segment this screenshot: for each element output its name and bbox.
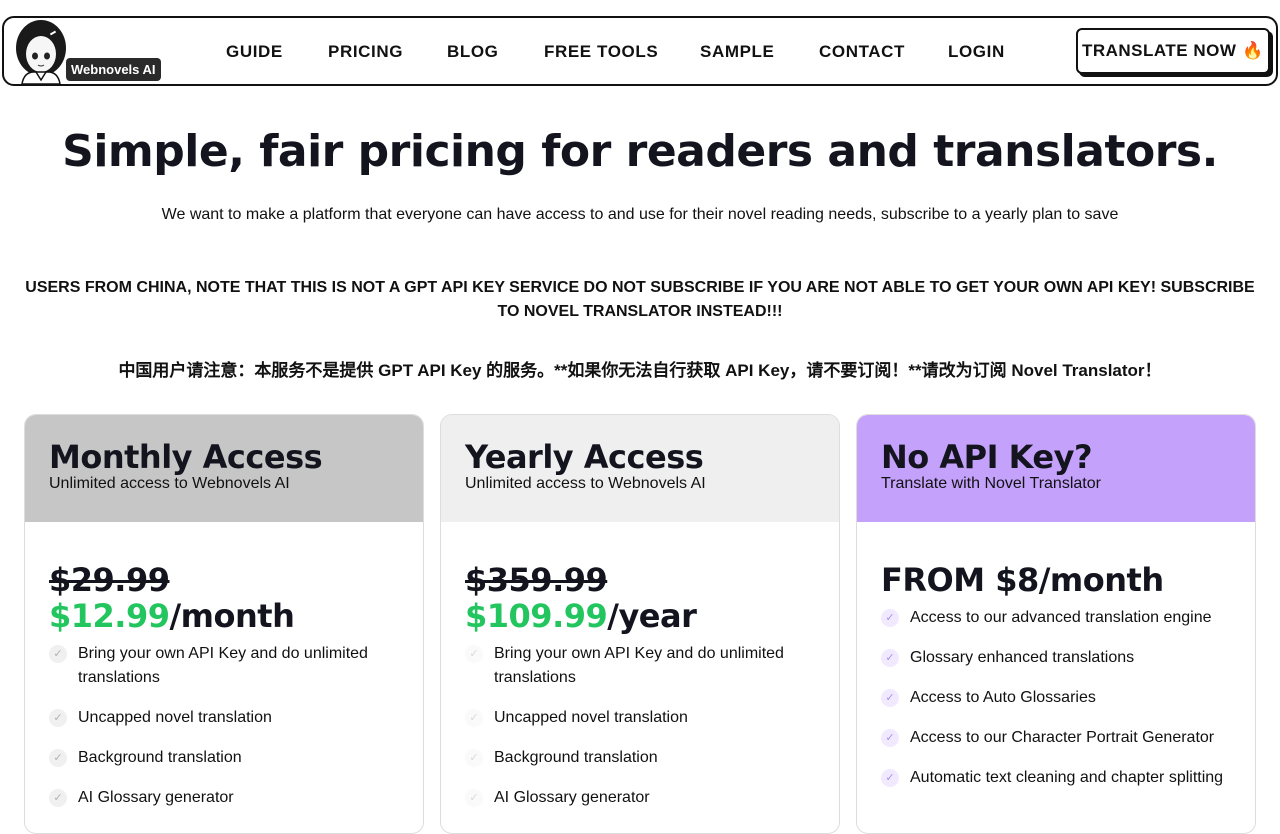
nav-free-tools[interactable]: FREE TOOLS xyxy=(544,42,658,62)
plan-price: $359.99 $109.99/year xyxy=(465,562,815,634)
feature-item: ✓ Bring your own API Key and do unlimited… xyxy=(49,642,399,690)
check-icon: ✓ xyxy=(465,789,483,807)
check-icon: ✓ xyxy=(49,789,67,807)
old-price: $359.99 xyxy=(465,561,608,599)
feature-text: Access to our advanced translation engin… xyxy=(910,609,1212,626)
feature-item: ✓ Access to our advanced translation engi… xyxy=(881,606,1231,630)
china-warning-english: USERS FROM CHINA, NOTE THAT THIS IS NOT … xyxy=(25,279,1255,320)
pricing-card-yearly: Yearly Access Unlimited access to Webnov… xyxy=(440,414,840,834)
feature-text: Uncapped novel translation xyxy=(494,709,688,726)
feature-item: ✓ Automatic text cleaning and chapter spl… xyxy=(881,766,1231,790)
check-icon: ✓ xyxy=(881,649,899,667)
check-icon: ✓ xyxy=(465,709,483,727)
feature-item: ✓ Glossary enhanced translations xyxy=(881,646,1231,670)
plan-price: $29.99 $12.99/month xyxy=(49,562,399,634)
check-icon: ✓ xyxy=(881,689,899,707)
new-price: $109.99 xyxy=(465,597,608,635)
feature-text: Automatic text cleaning and chapter spli… xyxy=(910,769,1224,786)
feature-text: Access to Auto Glossaries xyxy=(910,689,1096,706)
site-header: Webnovels AI GUIDE PRICING BLOG FREE TOO… xyxy=(2,16,1278,86)
feature-item: ✓ Access to our Character Portrait Genera… xyxy=(881,726,1231,750)
feature-text: Glossary enhanced translations xyxy=(910,649,1135,666)
nav-blog[interactable]: BLOG xyxy=(447,42,499,62)
plan-title: Yearly Access xyxy=(465,438,704,476)
nav-pricing[interactable]: PRICING xyxy=(328,42,403,62)
nav-sample[interactable]: SAMPLE xyxy=(700,42,774,62)
plan-title: No API Key? xyxy=(881,438,1093,476)
feature-item: ✓ Uncapped novel translation xyxy=(465,706,815,730)
translate-now-label: TRANSLATE NOW xyxy=(1081,41,1237,60)
check-icon: ✓ xyxy=(49,709,67,727)
feature-text: AI Glossary generator xyxy=(494,789,650,806)
plan-subtitle: Unlimited access to Webnovels AI xyxy=(49,475,290,492)
card-header: Monthly Access Unlimited access to Webno… xyxy=(25,415,423,522)
card-body: $29.99 $12.99/month ✓ Bring your own API … xyxy=(25,522,423,810)
check-icon: ✓ xyxy=(881,609,899,627)
feature-item: ✓ AI Glossary generator xyxy=(49,786,399,810)
feature-list: ✓ Bring your own API Key and do unlimited… xyxy=(49,642,399,810)
feature-text: Uncapped novel translation xyxy=(78,709,272,726)
check-icon: ✓ xyxy=(49,749,67,767)
price-period: /year xyxy=(607,597,697,635)
feature-item: ✓ Background translation xyxy=(49,746,399,770)
china-warning-chinese: 中国用户请注意：本服务不是提供 GPT API Key 的服务。**如果你无法自… xyxy=(118,361,1162,380)
plan-title: Monthly Access xyxy=(49,438,323,476)
card-body: $359.99 $109.99/year ✓ Bring your own API… xyxy=(441,522,839,810)
feature-text: Bring your own API Key and do unlimited … xyxy=(494,645,784,686)
feature-item: ✓ Bring your own API Key and do unlimited… xyxy=(465,642,815,690)
feature-item: ✓ Background translation xyxy=(465,746,815,770)
nav-contact[interactable]: CONTACT xyxy=(819,42,905,62)
check-icon: ✓ xyxy=(465,749,483,767)
card-header: No API Key? Translate with Novel Transla… xyxy=(857,415,1255,522)
old-price: $29.99 xyxy=(49,561,170,599)
feature-list: ✓ Access to our advanced translation engi… xyxy=(881,606,1231,790)
plan-subtitle: Unlimited access to Webnovels AI xyxy=(465,475,706,492)
new-price: $12.99 xyxy=(49,597,170,635)
check-icon: ✓ xyxy=(881,769,899,787)
translate-now-button[interactable]: TRANSLATE NOW 🔥 xyxy=(1076,28,1270,74)
feature-item: ✓ Uncapped novel translation xyxy=(49,706,399,730)
feature-text: Bring your own API Key and do unlimited … xyxy=(78,645,368,686)
plan-price: FROM $8/month xyxy=(881,561,1164,599)
feature-text: AI Glossary generator xyxy=(78,789,234,806)
feature-text: Background translation xyxy=(494,749,658,766)
logo-badge: Webnovels AI xyxy=(66,58,161,81)
card-header: Yearly Access Unlimited access to Webnov… xyxy=(441,415,839,522)
fire-icon: 🔥 xyxy=(1242,41,1265,60)
page-title: Simple, fair pricing for readers and tra… xyxy=(62,126,1218,177)
feature-list: ✓ Bring your own API Key and do unlimited… xyxy=(465,642,815,810)
plan-subtitle: Translate with Novel Translator xyxy=(881,475,1101,492)
check-icon: ✓ xyxy=(465,645,483,663)
card-body: FROM $8/month ✓ Access to our advanced tr… xyxy=(857,522,1255,790)
feature-item: ✓ AI Glossary generator xyxy=(465,786,815,810)
nav-login[interactable]: LOGIN xyxy=(948,42,1005,62)
pricing-card-monthly: Monthly Access Unlimited access to Webno… xyxy=(24,414,424,834)
pricing-card-novel-translator: No API Key? Translate with Novel Transla… xyxy=(856,414,1256,834)
logo-avatar-icon[interactable] xyxy=(10,18,74,85)
price-period: /month xyxy=(169,597,295,635)
page-subtitle: We want to make a platform that everyone… xyxy=(161,206,1119,223)
nav-guide[interactable]: GUIDE xyxy=(226,42,283,62)
feature-text: Background translation xyxy=(78,749,242,766)
feature-item: ✓ Access to Auto Glossaries xyxy=(881,686,1231,710)
feature-text: Access to our Character Portrait Generat… xyxy=(910,729,1215,746)
check-icon: ✓ xyxy=(49,645,67,663)
check-icon: ✓ xyxy=(881,729,899,747)
